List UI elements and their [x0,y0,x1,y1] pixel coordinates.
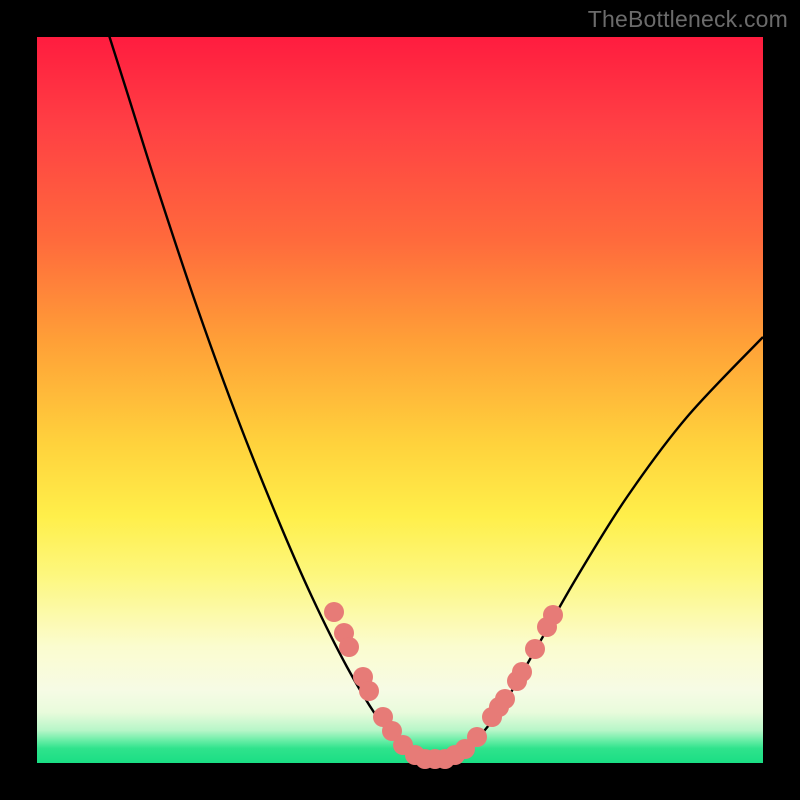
chart-plot-area [37,37,763,763]
curve-marker [467,727,487,747]
chart-frame: TheBottleneck.com [0,0,800,800]
curve-marker [495,689,515,709]
curve-marker [359,681,379,701]
bottleneck-curve-svg [37,37,763,763]
watermark-text: TheBottleneck.com [588,6,788,33]
curve-marker [512,662,532,682]
curve-marker [525,639,545,659]
curve-marker [339,637,359,657]
bottleneck-curve-path [100,7,763,760]
marker-group [324,602,563,769]
curve-marker [324,602,344,622]
curve-marker [543,605,563,625]
